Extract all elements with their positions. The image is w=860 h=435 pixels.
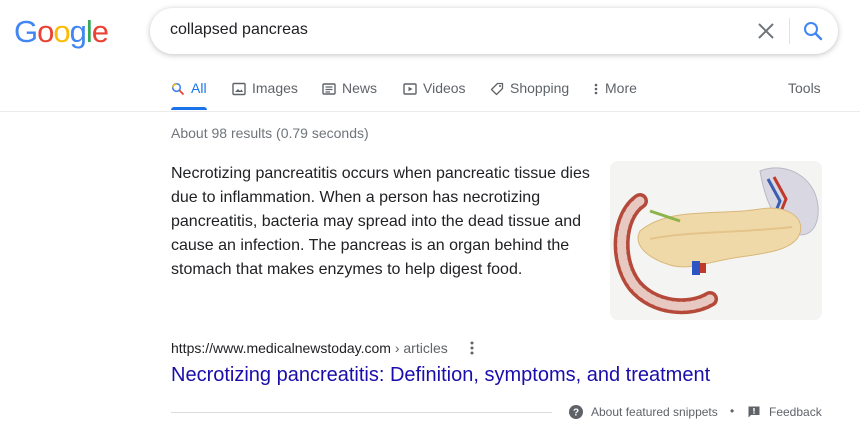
logo-letter: o: [37, 14, 54, 49]
news-icon: [322, 83, 336, 95]
result-url[interactable]: https://www.medicalnewstoday.com › artic…: [171, 340, 448, 356]
result-title-link[interactable]: Necrotizing pancreatitis: Definition, sy…: [171, 364, 710, 387]
search-divider: [789, 18, 790, 44]
logo-letter: g: [69, 14, 87, 49]
tab-label: Images: [252, 80, 298, 96]
close-icon[interactable]: [754, 19, 778, 43]
pancreas-illustration[interactable]: [610, 161, 822, 320]
feedback-button[interactable]: Feedback: [747, 405, 822, 419]
search-tabs: All Images News Videos Shopping More Too…: [0, 78, 860, 112]
tab-more[interactable]: More: [593, 80, 637, 110]
featured-snippet-text: Necrotizing pancreatitis occurs when pan…: [171, 165, 590, 278]
tab-images[interactable]: Images: [232, 80, 298, 110]
feedback-label: Feedback: [769, 405, 822, 419]
tab-videos[interactable]: Videos: [403, 80, 466, 110]
search-icon: [171, 82, 185, 96]
tab-label: More: [605, 80, 637, 96]
more-vert-icon[interactable]: [466, 339, 478, 357]
search-box[interactable]: collapsed pancreas: [150, 8, 838, 54]
tools-button[interactable]: Tools: [788, 80, 821, 110]
about-label: About featured snippets: [591, 405, 718, 419]
video-icon: [403, 83, 417, 95]
tab-label: Videos: [423, 80, 466, 96]
pancreas-illustration-icon: [610, 161, 822, 320]
logo-letter: G: [14, 14, 38, 49]
result-stats: About 98 results (0.79 seconds): [171, 125, 369, 141]
more-vert-icon: [594, 83, 598, 95]
tab-shopping[interactable]: Shopping: [490, 80, 569, 110]
help-icon: ?: [569, 405, 583, 419]
svg-text:?: ?: [573, 408, 579, 419]
tag-icon: [490, 82, 504, 96]
tab-label: All: [191, 80, 207, 96]
logo-letter: o: [53, 14, 70, 49]
tab-label: Shopping: [510, 80, 570, 96]
search-input[interactable]: collapsed pancreas: [170, 21, 308, 39]
google-logo[interactable]: Google: [14, 14, 109, 50]
search-icon[interactable]: [801, 19, 825, 43]
tab-label: News: [342, 80, 378, 96]
tab-all[interactable]: All: [171, 80, 207, 110]
image-icon: [232, 82, 246, 96]
tab-news[interactable]: News: [322, 80, 377, 110]
logo-letter: e: [91, 14, 109, 49]
result-breadcrumb: › articles: [390, 340, 448, 356]
result-domain: https://www.medicalnewstoday.com: [171, 340, 391, 356]
feedback-icon: [748, 406, 760, 418]
footer-separator: •: [730, 404, 735, 418]
snippet-divider: [171, 412, 552, 413]
about-featured-snippets[interactable]: ? About featured snippets: [569, 405, 718, 419]
